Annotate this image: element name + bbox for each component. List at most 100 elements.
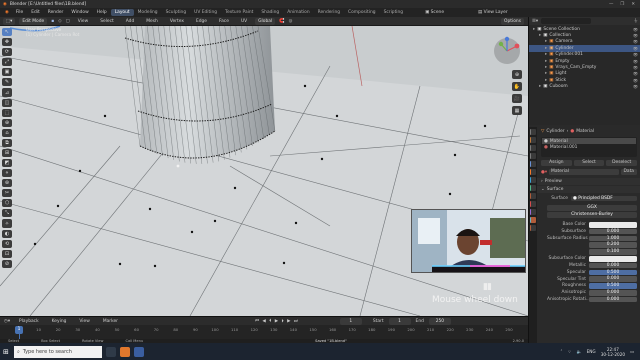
tool-button[interactable]: ⤡ [2, 209, 12, 218]
tool-button[interactable]: ⌂ [2, 128, 12, 137]
tool-button[interactable]: ⟳ [2, 48, 12, 57]
menu-edit[interactable]: Edit [27, 10, 44, 15]
bsdf-input-field[interactable]: 0.500 [589, 269, 637, 276]
timeline-menu-marker[interactable]: Marker [99, 319, 122, 324]
tool-button[interactable]: ✎ [2, 78, 12, 87]
properties-tab-icon[interactable] [530, 193, 536, 199]
properties-tab-icon[interactable] [530, 201, 536, 207]
select-mode-vertex-icon[interactable]: ▪ [51, 19, 54, 24]
expand-arrow-icon[interactable]: ▸ [545, 59, 547, 64]
bsdf-input-field[interactable] [589, 256, 637, 262]
tool-button[interactable]: ◐ [2, 229, 12, 238]
pan-icon[interactable]: ✋ [512, 82, 522, 91]
visibility-eye-icon[interactable]: 👁 [633, 71, 638, 76]
expand-arrow-icon[interactable]: ▸ [533, 27, 535, 32]
viewport-menu-uv[interactable]: UV [237, 19, 251, 24]
view-layer-selector[interactable]: ▤ View Layer [478, 10, 508, 15]
expand-arrow-icon[interactable]: ▸ [545, 46, 547, 51]
tab-rendering[interactable]: Rendering [314, 9, 344, 16]
blender-menu-icon[interactable]: ◉ [2, 10, 12, 15]
expand-arrow-icon[interactable]: ▸ [539, 84, 541, 89]
editor-type-button[interactable]: ⬚▾ [3, 17, 16, 25]
tool-button[interactable]: ✂ [2, 189, 12, 198]
tab-shading[interactable]: Shading [257, 9, 283, 16]
visibility-eye-icon[interactable]: 👁 [633, 59, 638, 64]
proportional-edit-icon[interactable]: ◎ [289, 19, 293, 24]
viewport-menu-select[interactable]: Select [96, 19, 118, 24]
bsdf-input-field[interactable]: 0.200 [589, 242, 637, 248]
select-mode-face-icon[interactable]: ▢ [66, 19, 70, 24]
menu-file[interactable]: File [12, 10, 27, 15]
material-slot[interactable]: ● Material.001 [542, 144, 636, 150]
timeline-editor-type-icon[interactable]: ◷▾ [4, 319, 10, 324]
transform-orientation-dropdown[interactable]: Global [255, 17, 276, 25]
properties-tab-icon[interactable] [530, 185, 536, 191]
tool-button[interactable]: ✧ [2, 219, 12, 228]
tool-button[interactable]: ⋄ [2, 169, 12, 178]
clock[interactable]: 22:47 30-12-2020 [601, 347, 625, 357]
tool-button[interactable]: ▣ [2, 68, 12, 77]
select-button[interactable]: Select [573, 160, 605, 166]
viewport-menu-view[interactable]: View [74, 19, 92, 24]
viewport-menu-face[interactable]: Face [215, 19, 233, 24]
tab-texture-paint[interactable]: Texture Paint [221, 9, 257, 16]
outliner-editor-icon[interactable]: ☰▾ [532, 19, 538, 24]
expand-arrow-icon[interactable]: ▸ [545, 52, 547, 57]
visibility-eye-icon[interactable]: 👁 [633, 33, 638, 38]
properties-tab-icon[interactable] [530, 169, 536, 175]
bsdf-input-field[interactable]: 1.000 [589, 235, 637, 242]
viewport-menu-add[interactable]: Add [122, 19, 139, 24]
properties-tab-icon[interactable] [530, 153, 536, 159]
bsdf-input-field[interactable]: 0.000 [589, 276, 637, 282]
zoom-icon[interactable]: ⊕ [512, 70, 522, 79]
bsdf-input-field[interactable]: 0.500 [589, 283, 637, 289]
bsdf-input-field[interactable]: 0.000 [589, 290, 637, 296]
ortho-toggle-icon[interactable]: ▦ [512, 106, 522, 115]
menu-render[interactable]: Render [44, 10, 68, 15]
viewport-menu-edge[interactable]: Edge [192, 19, 211, 24]
outliner-search-field[interactable] [541, 18, 592, 24]
bsdf-input-field[interactable] [589, 222, 637, 228]
properties-tab-icon[interactable] [530, 217, 536, 223]
bsdf-input-field[interactable]: 0.000 [589, 296, 637, 303]
properties-tab-icon[interactable] [530, 145, 536, 151]
camera-view-icon[interactable]: 🎥 [512, 94, 522, 103]
expand-arrow-icon[interactable]: ▸ [545, 65, 547, 70]
visibility-eye-icon[interactable]: 👁 [633, 84, 638, 89]
tool-button[interactable]: ⊿ [2, 88, 12, 97]
timeline-menu-playback[interactable]: Playback [15, 319, 43, 324]
tab-layout[interactable]: Layout [110, 9, 134, 16]
mode-selector[interactable]: Edit Mode [19, 17, 48, 25]
properties-tab-icon[interactable] [530, 177, 536, 183]
visibility-eye-icon[interactable]: 👁 [633, 78, 638, 83]
end-frame-field[interactable]: 250 [428, 317, 451, 325]
viewport-menu-vertex[interactable]: Vertex [166, 19, 188, 24]
select-mode-edge-icon[interactable]: ◇ [58, 19, 61, 24]
tool-button[interactable]: ⧉ [2, 138, 12, 147]
tab-compositing[interactable]: Compositing [344, 9, 380, 16]
playback-controls[interactable]: ⏮ ◀ ⏴ ▶ ⏵ ▶ ⏭ [255, 318, 299, 324]
current-frame-field[interactable]: 1 [339, 317, 362, 325]
expand-arrow-icon[interactable]: ▸ [545, 78, 547, 83]
tool-button[interactable]: ⬡ [2, 199, 12, 208]
volume-icon[interactable]: 🔈 [576, 349, 581, 355]
blender-taskbar-icon[interactable] [120, 346, 130, 357]
tool-button[interactable]: ⊛ [2, 179, 12, 188]
timeline-ruler[interactable]: 0102030405060708090100110120130140150160… [0, 326, 528, 334]
close-button[interactable]: ✕ [631, 2, 635, 7]
network-icon[interactable]: ⌔ [568, 349, 572, 355]
tool-button[interactable]: ↖ [2, 28, 12, 37]
material-name-field[interactable]: Material [549, 169, 619, 175]
tab-sculpting[interactable]: Sculpting [162, 9, 191, 16]
preview-panel-header[interactable]: › Preview [537, 178, 640, 185]
material-browse-icon[interactable]: ●▾ [541, 170, 547, 175]
menu-help[interactable]: Help [93, 10, 111, 15]
tab-uv-editing[interactable]: UV Editing [190, 9, 221, 16]
tab-modeling[interactable]: Modeling [134, 9, 162, 16]
navigation-gizmo[interactable] [492, 36, 522, 66]
tab-scripting[interactable]: Scripting [380, 9, 408, 16]
assign-button[interactable]: Assign [541, 160, 572, 166]
properties-tab-icon[interactable] [530, 129, 536, 135]
bsdf-input-field[interactable]: 0.000 [589, 262, 637, 269]
link-data-dropdown[interactable]: Data [620, 169, 637, 175]
